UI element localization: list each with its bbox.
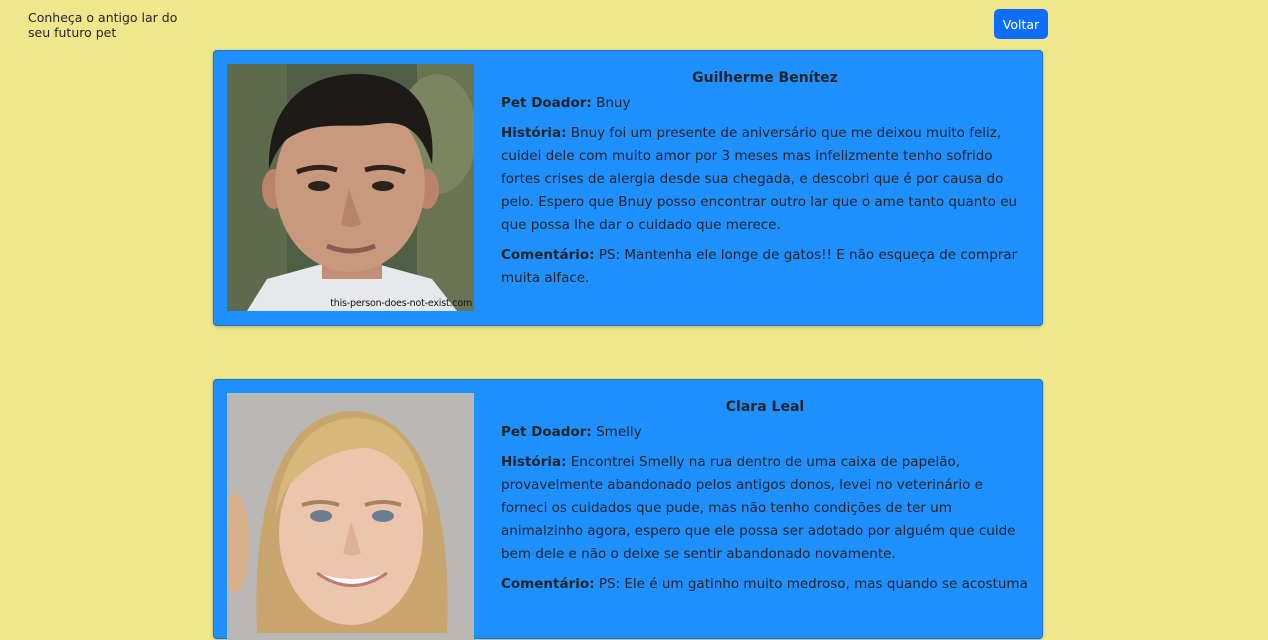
- man-portrait-image: [227, 64, 474, 311]
- pet-label: Pet Doador:: [501, 95, 592, 111]
- history-label: História:: [501, 125, 567, 141]
- donor-photo: [227, 393, 474, 640]
- comment-label: Comentário:: [501, 576, 595, 592]
- donor-card: this-person-does-not-exist.com Guilherme…: [213, 50, 1043, 326]
- comment-field: Comentário: PS: Mantenha ele longe de ga…: [501, 244, 1029, 290]
- back-button[interactable]: Voltar: [994, 9, 1048, 39]
- photo-watermark: this-person-does-not-exist.com: [330, 298, 472, 309]
- page-title: Conheça o antigo lar do seu futuro pet: [28, 10, 178, 40]
- history-field: História: Bnuy foi um presente de aniver…: [501, 122, 1029, 237]
- pet-field: Pet Doador: Smelly: [501, 421, 1029, 444]
- pet-name: Smelly: [596, 424, 642, 440]
- donor-name: Clara Leal: [725, 399, 805, 415]
- history-label: História:: [501, 454, 567, 470]
- history-text: Bnuy foi um presente de aniversário que …: [501, 125, 1018, 233]
- donor-card: Clara Leal Pet Doador: Smelly História: …: [213, 379, 1043, 640]
- donor-photo: this-person-does-not-exist.com: [227, 64, 474, 311]
- woman-portrait-image: [227, 393, 474, 640]
- comment-field: Comentário: PS: Ele é um gatinho muito m…: [501, 573, 1029, 596]
- pet-name: Bnuy: [596, 95, 631, 111]
- donor-info: Guilherme Benítez Pet Doador: Bnuy Histó…: [501, 68, 1029, 297]
- history-field: História: Encontrei Smelly na rua dentro…: [501, 451, 1029, 566]
- pet-field: Pet Doador: Bnuy: [501, 92, 1029, 115]
- donor-name: Guilherme Benítez: [692, 70, 838, 86]
- pet-label: Pet Doador:: [501, 424, 592, 440]
- history-text: Encontrei Smelly na rua dentro de uma ca…: [501, 454, 1016, 562]
- donor-info: Clara Leal Pet Doador: Smelly História: …: [501, 397, 1029, 603]
- comment-text: PS: Ele é um gatinho muito medroso, mas …: [598, 576, 1028, 592]
- comment-label: Comentário:: [501, 247, 595, 263]
